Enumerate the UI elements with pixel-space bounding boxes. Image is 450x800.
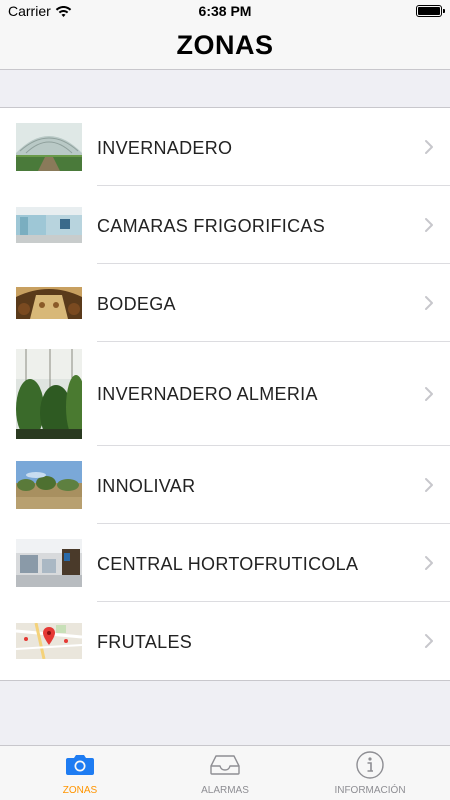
zone-label: INNOLIVAR: [97, 476, 196, 496]
chevron-right-icon: [425, 556, 433, 570]
zone-label: INVERNADERO: [97, 138, 233, 158]
inbox-tray-icon: [210, 755, 240, 775]
status-time: 6:38 PM: [198, 3, 252, 19]
camera-icon: [66, 755, 94, 775]
wine-cellar-barrels-photo: [16, 287, 82, 319]
tab-label: INFORMACIÓN: [334, 785, 406, 796]
tab-label: ALARMAS: [201, 785, 249, 796]
olive-grove-photo: [16, 461, 82, 509]
zone-label: CENTRAL HORTOFRUTICOLA: [97, 554, 359, 574]
chevron-right-icon: [425, 634, 433, 648]
zone-row-invernadero[interactable]: INVERNADERO: [0, 108, 450, 186]
tab-bar: ZONAS ALARMAS INFORMACIÓN: [0, 745, 450, 800]
chevron-right-icon: [425, 296, 433, 310]
greenhouse-tunnel-photo: [16, 123, 82, 171]
chevron-right-icon: [425, 387, 433, 401]
warehouse-interior-photo: [16, 539, 82, 587]
tab-alarmas[interactable]: ALARMAS: [150, 746, 300, 800]
tab-informacion[interactable]: INFORMACIÓN: [295, 746, 445, 800]
navigation-bar: ZONAS: [0, 22, 450, 70]
greenhouse-plants-photo: [16, 349, 82, 439]
zone-label: BODEGA: [97, 294, 176, 314]
zone-label: INVERNADERO ALMERIA: [97, 384, 318, 404]
zone-label: FRUTALES: [97, 632, 193, 652]
page-title: ZONAS: [176, 30, 274, 60]
chevron-right-icon: [425, 140, 433, 154]
zone-row-bodega[interactable]: BODEGA: [0, 264, 450, 342]
chevron-right-icon: [425, 478, 433, 492]
chevron-right-icon: [425, 218, 433, 232]
tab-zonas[interactable]: ZONAS: [5, 746, 155, 800]
zone-row-invernadero-almeria[interactable]: INVERNADERO ALMERIA: [0, 342, 450, 446]
zone-label: CAMARAS FRIGORIFICAS: [97, 216, 326, 236]
zones-list: INVERNADERO CAMARAS FRIGORIFICAS BODEGA …: [0, 107, 450, 681]
battery-icon: [416, 5, 445, 17]
info-circle-icon: [356, 751, 384, 779]
zone-row-innolivar[interactable]: INNOLIVAR: [0, 446, 450, 524]
zone-row-camaras-frigorificas[interactable]: CAMARAS FRIGORIFICAS: [0, 186, 450, 264]
cold-storage-room-photo: [16, 207, 82, 243]
tab-label: ZONAS: [62, 785, 98, 796]
status-bar: Carrier 6:38 PM: [0, 0, 450, 22]
zone-row-central-hortofruticola[interactable]: CENTRAL HORTOFRUTICOLA: [0, 524, 450, 602]
zone-row-frutales[interactable]: FRUTALES: [0, 602, 450, 680]
map-pin-thumbnail: [16, 623, 82, 659]
